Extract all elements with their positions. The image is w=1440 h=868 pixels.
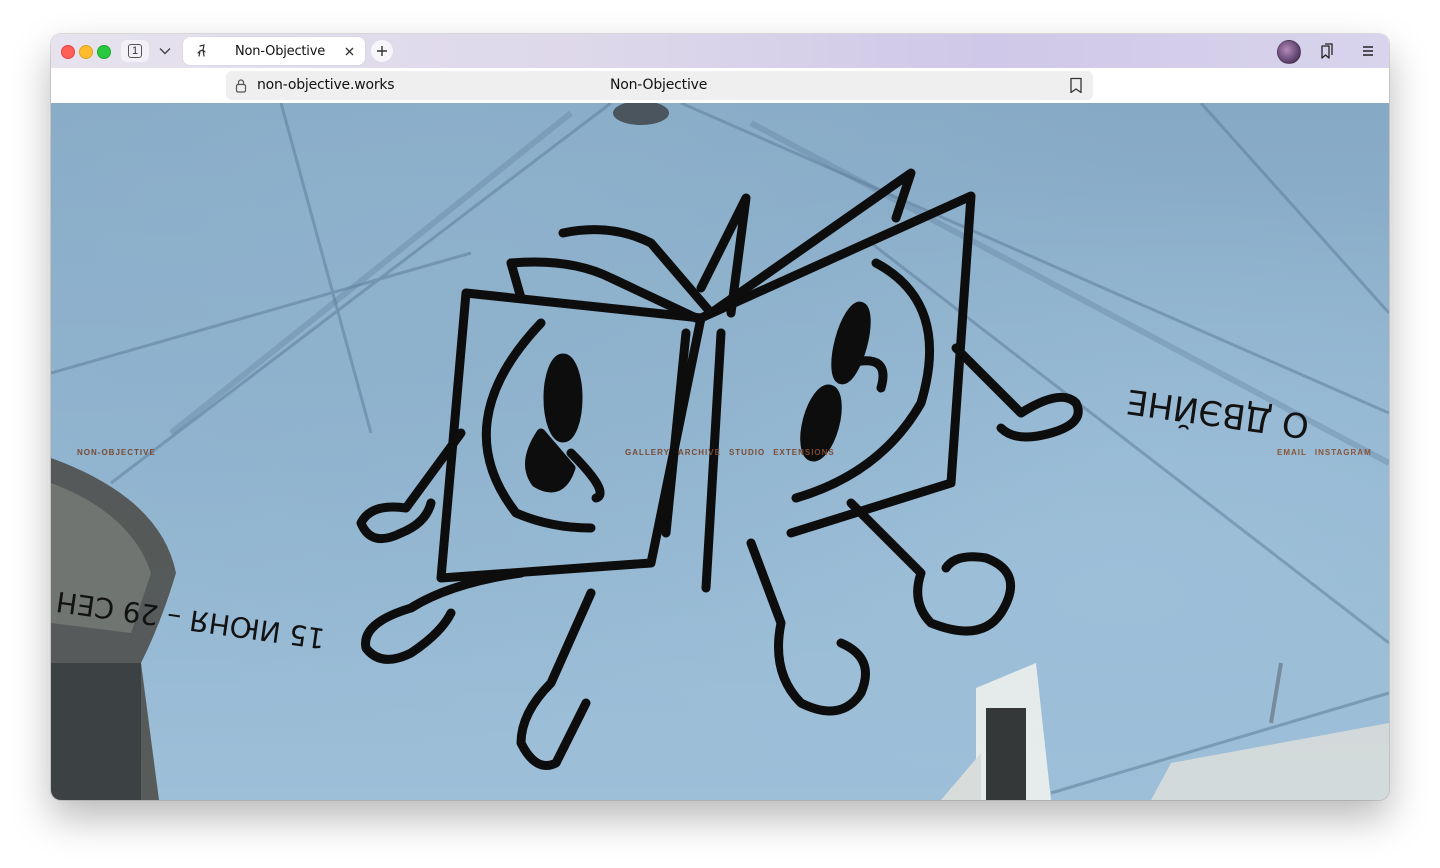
address-bar[interactable]: non-objective.works Non-Objective <box>226 71 1093 100</box>
link-instagram[interactable]: INSTAGRAM <box>1315 448 1372 457</box>
nav-extensions[interactable]: EXTENSIONS <box>773 448 835 457</box>
tab-bar: 1 Non-Objective <box>51 34 1389 68</box>
tab-non-objective[interactable]: Non-Objective <box>183 37 365 65</box>
nav-archive[interactable]: ARCHIVE <box>678 448 721 457</box>
browser-window: 1 Non-Objective non-objective.works Non-… <box>51 34 1389 800</box>
reading-list-button[interactable] <box>1317 41 1337 61</box>
minimize-window-button[interactable] <box>79 45 93 59</box>
bookmark-icon[interactable] <box>1069 77 1083 94</box>
site-contact-links: EMAIL INSTAGRAM <box>1277 448 1372 457</box>
building-right <box>1151 662 1389 800</box>
nav-studio[interactable]: STUDIO <box>729 448 765 457</box>
tab-list-button[interactable] <box>155 42 175 60</box>
address-page-title: Non-Objective <box>610 77 708 93</box>
menu-button[interactable] <box>1358 41 1378 61</box>
tab-count-label: 1 <box>127 44 143 58</box>
new-tab-button[interactable] <box>371 40 393 62</box>
close-icon <box>345 47 353 55</box>
site-logo[interactable]: NON-OBJECTIVE <box>77 448 156 457</box>
tab-title: Non-Objective <box>235 44 326 59</box>
address-toolbar: non-objective.works Non-Objective <box>51 68 1389 103</box>
menu-icon <box>1363 46 1373 56</box>
lock-icon <box>235 79 247 93</box>
plus-icon <box>377 46 387 56</box>
url-text: non-objective.works <box>257 77 395 93</box>
tab-close-button[interactable] <box>342 44 356 58</box>
bookmarks-icon <box>1321 43 1333 59</box>
tab-count-button[interactable]: 1 <box>121 40 149 62</box>
nav-gallery[interactable]: GALLERY <box>625 448 670 457</box>
traffic-light <box>941 663 1051 800</box>
chevron-down-icon <box>159 48 171 55</box>
close-window-button[interactable] <box>61 45 75 59</box>
zoom-window-button[interactable] <box>97 45 111 59</box>
profile-avatar[interactable] <box>1277 40 1301 64</box>
site-nav: GALLERY ARCHIVE STUDIO EXTENSIONS <box>625 448 835 457</box>
figure-icon <box>197 44 206 57</box>
web-page: О ДВЭЙНЕ 15 ИЮНЯ – 29 СЕН NON-OBJECTIVE … <box>51 103 1389 800</box>
book-character-illustration <box>356 168 1083 770</box>
link-email[interactable]: EMAIL <box>1277 448 1307 457</box>
